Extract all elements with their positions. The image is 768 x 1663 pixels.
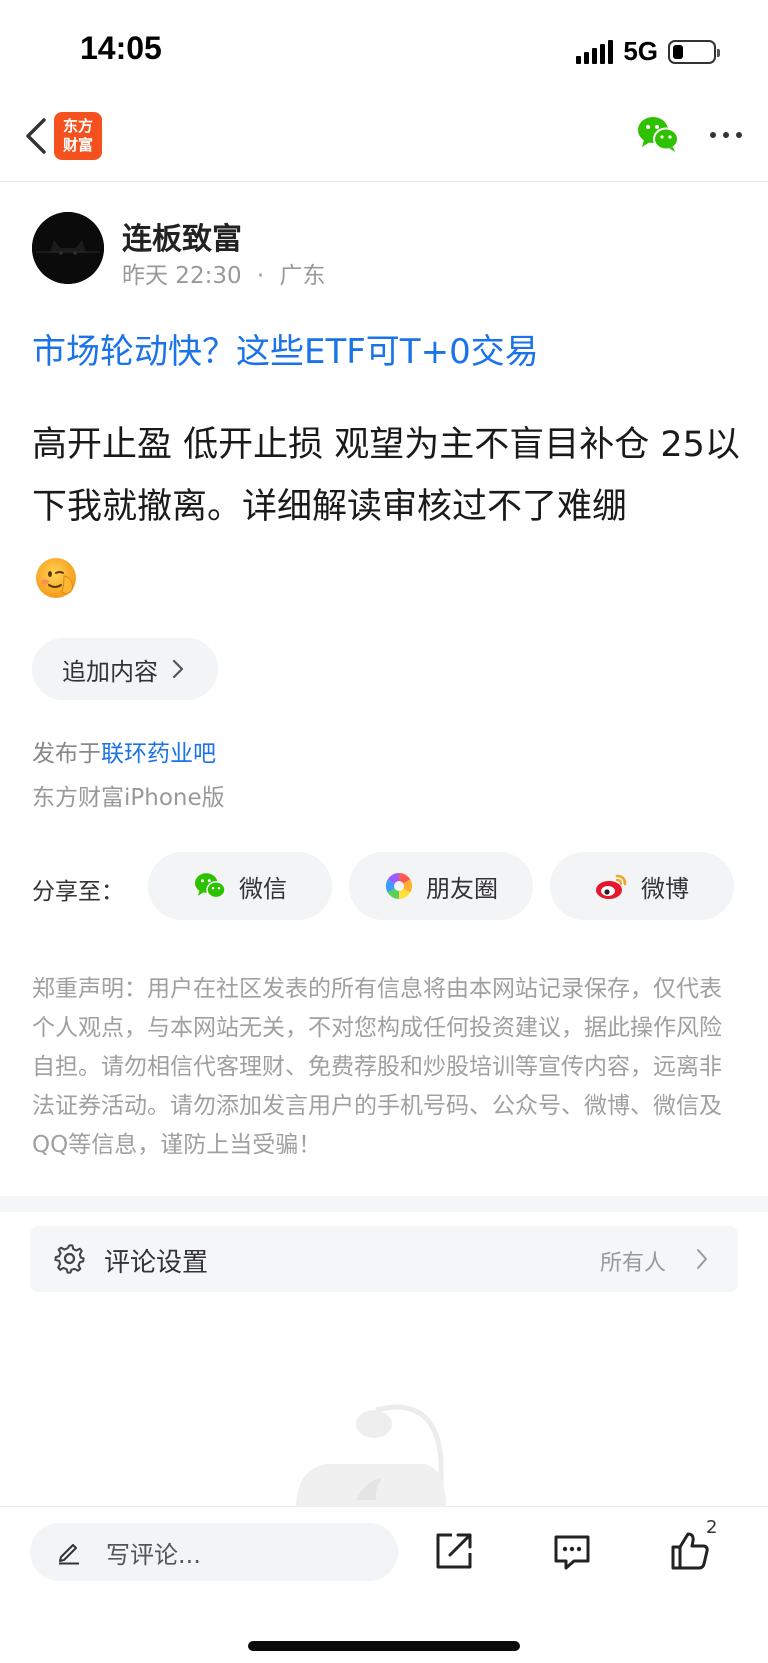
signal-icon — [576, 39, 614, 64]
more-dot — [723, 132, 729, 138]
share-moments-button[interactable]: 朋友圈 — [349, 852, 533, 920]
wechat-icon — [195, 873, 226, 899]
nav-bar: 东方 财富 — [0, 100, 768, 182]
post-body: 高开止盈 低开止损 观望为主不盲目补仓 25以下我就撤离。详细解读审核过不了难绷 — [32, 425, 740, 527]
chevron-right-icon — [697, 1249, 707, 1269]
more-dot — [736, 132, 742, 138]
app-logo-line-2: 财富 — [62, 136, 93, 154]
published-in: 发布于联环药业吧 — [32, 734, 216, 768]
moments-icon — [385, 872, 413, 900]
section-divider — [0, 1196, 768, 1212]
client-source: 东方财富iPhone版 — [32, 785, 225, 811]
bottom-bar: 写评论... 2 — [0, 1506, 768, 1663]
more-button[interactable] — [706, 120, 746, 150]
network-type: 5G — [623, 36, 658, 66]
avatar[interactable] — [32, 212, 104, 284]
comment-input[interactable]: 写评论... — [30, 1523, 398, 1581]
comment-settings-value: 所有人 — [599, 1251, 666, 1276]
share-wechat-label: 微信 — [239, 874, 287, 903]
disclaimer: 郑重声明：用户在社区发表的所有信息将由本网站记录保存，仅代表个人观点，与本网站无… — [32, 976, 722, 1158]
comment-placeholder: 写评论... — [106, 1540, 201, 1569]
wechat-icon — [638, 117, 679, 152]
gear-icon — [54, 1244, 85, 1274]
status-bar: 14:05 5G — [0, 0, 768, 100]
append-content-button[interactable]: 追加内容 — [32, 638, 218, 700]
weibo-icon — [596, 874, 627, 899]
app-logo-line-1: 东方 — [62, 117, 93, 135]
empty-comments-illustration — [296, 1400, 476, 1508]
app-logo[interactable]: 东方 财富 — [54, 112, 102, 160]
chevron-right-icon — [172, 659, 184, 679]
battery-icon — [668, 39, 720, 64]
meta-separator: · — [256, 263, 265, 289]
more-dot — [710, 132, 716, 138]
share-row: 分享至： 微信 朋友圈 微博 — [32, 852, 736, 920]
stock-bar-link[interactable]: 联环药业吧 — [101, 741, 216, 767]
post-time: 昨天 22:30 — [122, 263, 242, 289]
post-meta: 昨天 22:30 · 广东 — [122, 256, 326, 290]
emoji-icon — [36, 558, 76, 598]
share-button[interactable] — [432, 1529, 476, 1573]
home-indicator[interactable] — [248, 1641, 520, 1651]
like-count: 2 — [706, 1517, 718, 1538]
status-indicators: 5G — [576, 36, 720, 67]
comment-settings-row[interactable]: 评论设置 所有人 — [30, 1226, 738, 1292]
share-weibo-label: 微博 — [641, 874, 689, 903]
wechat-share-button[interactable] — [636, 114, 680, 154]
comment-bubble-icon — [554, 1535, 590, 1570]
status-time: 14:05 — [80, 30, 162, 66]
author-name[interactable]: 连板致富 — [122, 214, 242, 258]
share-moments-label: 朋友圈 — [426, 874, 498, 903]
cat-avatar-image — [32, 212, 104, 284]
append-content-label: 追加内容 — [62, 657, 158, 686]
author-header: 连板致富 昨天 22:30 · 广东 — [32, 212, 736, 289]
publish-prefix: 发布于 — [32, 741, 101, 767]
share-wechat-button[interactable]: 微信 — [148, 852, 332, 920]
lamp-illustration-icon — [296, 1404, 446, 1508]
share-weibo-button[interactable]: 微博 — [550, 852, 734, 920]
related-link[interactable]: 市场轮动快？这些ETF可T+0交易 — [32, 324, 539, 373]
pencil-icon — [59, 1544, 79, 1565]
saluting-face-emoji — [34, 556, 78, 600]
comments-button[interactable] — [550, 1529, 594, 1573]
share-label: 分享至： — [32, 879, 124, 905]
post-location: 广东 — [279, 263, 326, 289]
comment-settings-label: 评论设置 — [104, 1248, 209, 1278]
share-out-icon — [436, 1533, 472, 1569]
